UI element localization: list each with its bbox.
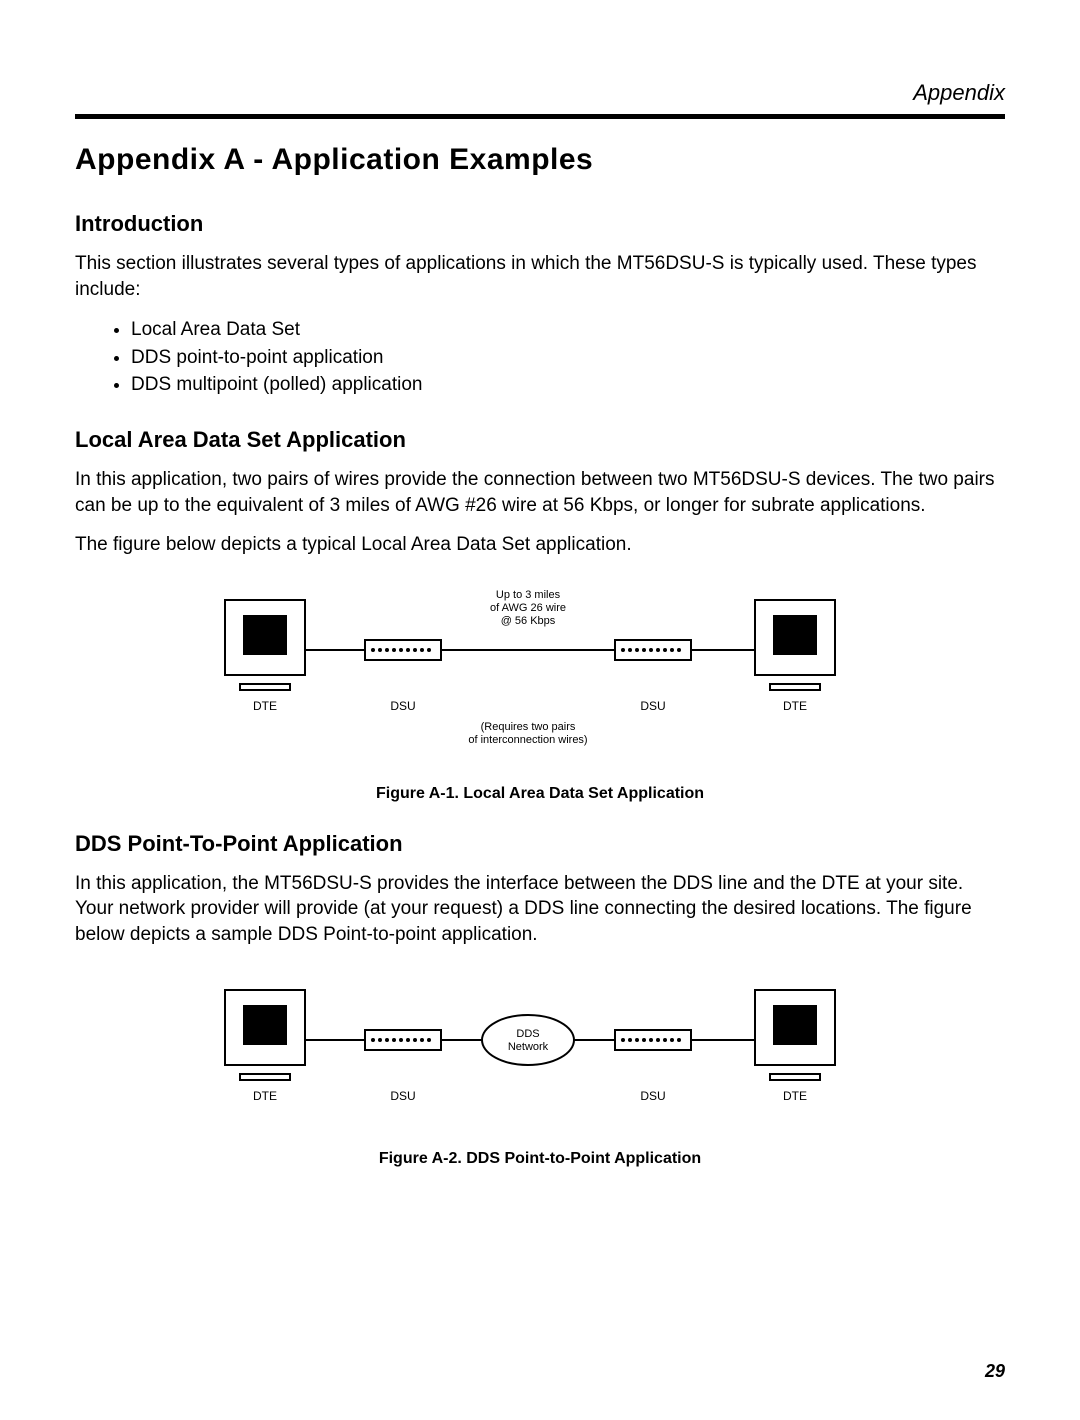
fig2-dds-line2: Network [508, 1041, 549, 1053]
running-header: Appendix [75, 80, 1005, 106]
page-title: Appendix A - Application Examples [75, 143, 1005, 177]
fig2-dds-line1: DDS [516, 1028, 539, 1040]
lads-heading: Local Area Data Set Application [75, 427, 1005, 453]
intro-heading: Introduction [75, 211, 1005, 237]
fig1-range-line1: Up to 3 miles [496, 589, 561, 601]
dsu-leds-icon [371, 1038, 431, 1042]
figure-a1: DTE DSU DSU DTE [75, 580, 1005, 755]
intro-list: Local Area Data Set DDS point-to-point a… [75, 316, 1005, 399]
dsu-leds-icon [621, 1038, 681, 1042]
fig2-dte-right-label: DTE [783, 1089, 807, 1103]
fig1-req-line1: (Requires two pairs [481, 721, 576, 733]
intro-bullet: DDS point-to-point application [131, 344, 1005, 372]
ptp-para1: In this application, the MT56DSU-S provi… [75, 871, 1005, 948]
fig1-range-line2: of AWG 26 wire [490, 602, 566, 614]
fig1-req-line2: of interconnection wires) [468, 734, 587, 746]
fig1-dte-right-label: DTE [783, 699, 807, 713]
lads-para2: The figure below depicts a typical Local… [75, 532, 1005, 558]
fig1-range-line3: @ 56 Kbps [501, 615, 556, 627]
ptp-heading: DDS Point-To-Point Application [75, 831, 1005, 857]
lads-para1: In this application, two pairs of wires … [75, 467, 1005, 518]
figure-a2: DTE DSU DDS Network DSU [75, 970, 1005, 1120]
dsu-leds-icon [371, 648, 431, 652]
fig1-dsu-right-label: DSU [640, 699, 665, 713]
fig2-dsu-right-label: DSU [640, 1089, 665, 1103]
fig1-dte-left-label: DTE [253, 699, 277, 713]
intro-paragraph: This section illustrates several types o… [75, 251, 1005, 302]
page-number: 29 [985, 1361, 1005, 1382]
fig1-dsu-left-label: DSU [390, 699, 415, 713]
figure-a1-caption: Figure A-1. Local Area Data Set Applicat… [75, 785, 1005, 803]
fig2-dte-left-label: DTE [253, 1089, 277, 1103]
fig2-dsu-left-label: DSU [390, 1089, 415, 1103]
dsu-leds-icon [621, 648, 681, 652]
intro-bullet: DDS multipoint (polled) application [131, 371, 1005, 399]
figure-a2-caption: Figure A-2. DDS Point-to-Point Applicati… [75, 1150, 1005, 1168]
intro-bullet: Local Area Data Set [131, 316, 1005, 344]
header-rule [75, 114, 1005, 119]
